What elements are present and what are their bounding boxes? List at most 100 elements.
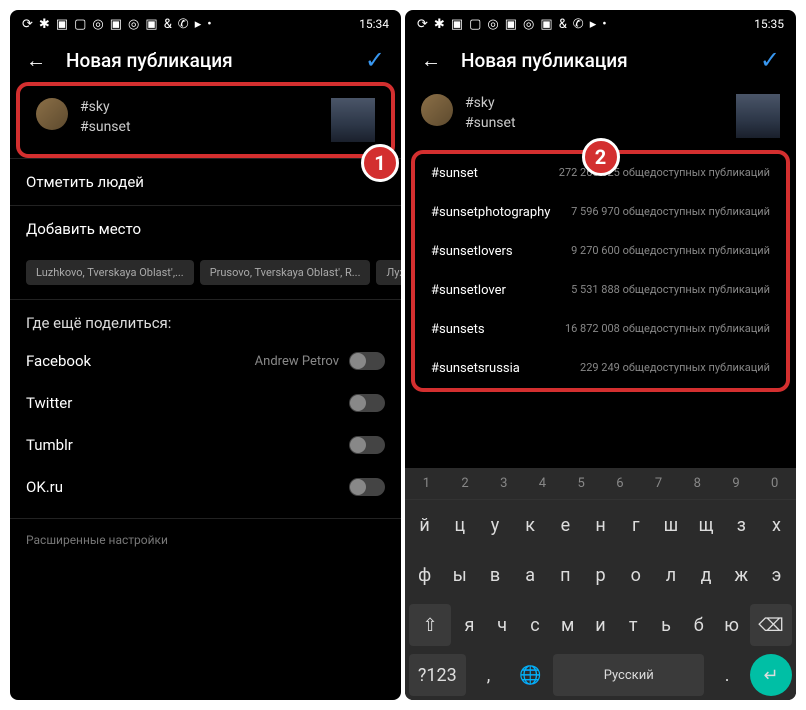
letter-key[interactable]: щ bbox=[691, 504, 722, 546]
step-badge-1: 1 bbox=[361, 144, 399, 182]
letter-key[interactable]: и bbox=[586, 604, 615, 646]
enter-key[interactable]: ↵ bbox=[750, 654, 792, 696]
number-hint: 6 bbox=[611, 476, 630, 491]
hashtag-name: #sunset bbox=[431, 166, 478, 181]
letter-key[interactable]: г bbox=[620, 504, 651, 546]
letter-key[interactable]: р bbox=[585, 554, 616, 596]
letter-key[interactable]: х bbox=[761, 504, 792, 546]
status-time: 15:35 bbox=[754, 17, 784, 31]
toggle[interactable] bbox=[349, 436, 385, 454]
letter-key[interactable]: н bbox=[585, 504, 616, 546]
letter-key[interactable]: й bbox=[409, 504, 440, 546]
letter-key[interactable]: з bbox=[726, 504, 757, 546]
tag-people-row[interactable]: Отметить людей bbox=[10, 158, 401, 205]
numeric-key[interactable]: ?123 bbox=[409, 654, 466, 696]
comma-key[interactable]: , bbox=[470, 654, 508, 696]
avatar bbox=[36, 98, 68, 130]
letter-key[interactable]: ь bbox=[652, 604, 681, 646]
hashtag-suggestion[interactable]: #sunsetlover 5 531 888 общедоступных публ… bbox=[415, 271, 786, 310]
keyboard-row: ?123 , 🌐 Русский . ↵ bbox=[405, 650, 796, 700]
back-arrow-icon[interactable]: ← bbox=[26, 48, 46, 73]
letter-key[interactable]: к bbox=[515, 504, 546, 546]
number-hint: 5 bbox=[572, 476, 591, 491]
hashtag-suggestion[interactable]: #sunsetlovers9 270 600 общедоступных пуб… bbox=[415, 232, 786, 271]
keyboard-number-row: 1234567890 bbox=[405, 468, 796, 500]
share-facebook[interactable]: Facebook Andrew Petrov bbox=[10, 340, 401, 382]
location-chip[interactable]: Лужков bbox=[376, 260, 401, 285]
header: ← Новая публикация ✓ bbox=[10, 38, 401, 82]
period-key[interactable]: . bbox=[708, 654, 746, 696]
letter-key[interactable]: ш bbox=[655, 504, 686, 546]
add-location-row[interactable]: Добавить место bbox=[10, 205, 401, 252]
letter-key[interactable]: т bbox=[619, 604, 648, 646]
keyboard-row: ⇧ ячсмитьбю ⌫ bbox=[405, 600, 796, 650]
caption-input[interactable]: #sky #sunset bbox=[80, 98, 319, 137]
number-hint: 2 bbox=[456, 476, 475, 491]
letter-key[interactable]: ф bbox=[409, 554, 440, 596]
space-key[interactable]: Русский bbox=[553, 654, 704, 696]
hashtag-name: #sunsetlover bbox=[431, 283, 506, 298]
number-hint: 0 bbox=[765, 476, 784, 491]
toggle[interactable] bbox=[349, 478, 385, 496]
caption-line: #sunset bbox=[80, 118, 319, 138]
hashtag-count: 9 270 600 общедоступных публикаций bbox=[571, 244, 770, 259]
keyboard-row: йцукенгшщзх bbox=[405, 500, 796, 550]
letter-key[interactable]: м bbox=[553, 604, 582, 646]
share-tumblr[interactable]: Tumblr bbox=[10, 424, 401, 466]
letter-key[interactable]: б bbox=[684, 604, 713, 646]
location-chips: Luzhkovo, Tverskaya Oblast',... Prusovo,… bbox=[10, 252, 401, 299]
caption-row[interactable]: #sky #sunset bbox=[20, 86, 391, 154]
caption-input[interactable]: #sky #sunset bbox=[465, 94, 724, 133]
caption-line: #sky bbox=[465, 94, 724, 114]
number-hint: 3 bbox=[494, 476, 513, 491]
letter-key[interactable]: ж bbox=[726, 554, 757, 596]
location-chip[interactable]: Luzhkovo, Tverskaya Oblast',... bbox=[26, 260, 194, 285]
location-chip[interactable]: Prusovo, Tverskaya Oblast', R... bbox=[200, 260, 371, 285]
share-also-label: Где ещё поделиться: bbox=[10, 299, 401, 340]
letter-key[interactable]: э bbox=[761, 554, 792, 596]
page-title: Новая публикация bbox=[461, 49, 740, 72]
letter-key[interactable]: е bbox=[550, 504, 581, 546]
letter-key[interactable]: с bbox=[521, 604, 550, 646]
hashtag-name: #sunsets bbox=[431, 322, 485, 337]
letter-key[interactable]: я bbox=[455, 604, 484, 646]
letter-key[interactable]: ц bbox=[444, 504, 475, 546]
toggle[interactable] bbox=[349, 394, 385, 412]
backspace-key[interactable]: ⌫ bbox=[750, 604, 792, 646]
keyboard-row: фывапролджэ bbox=[405, 550, 796, 600]
letter-key[interactable]: в bbox=[479, 554, 510, 596]
letter-key[interactable]: л bbox=[655, 554, 686, 596]
confirm-check-icon[interactable]: ✓ bbox=[365, 46, 385, 74]
back-arrow-icon[interactable]: ← bbox=[421, 48, 441, 73]
status-time: 15:34 bbox=[359, 17, 389, 31]
post-thumbnail[interactable] bbox=[331, 98, 375, 142]
confirm-check-icon[interactable]: ✓ bbox=[760, 46, 780, 74]
hashtag-suggestion[interactable]: #sunsetsrussia229 249 общедоступных публ… bbox=[415, 349, 786, 388]
share-okru[interactable]: OK.ru bbox=[10, 466, 401, 508]
globe-key[interactable]: 🌐 bbox=[511, 654, 549, 696]
page-title: Новая публикация bbox=[66, 49, 345, 72]
status-bar: ⟳✱▣▢◎▣◎▣&✆▸• 15:35 bbox=[405, 10, 796, 38]
phone-right: ⟳✱▣▢◎▣◎▣&✆▸• 15:35 ← Новая публикация ✓ … bbox=[405, 10, 796, 700]
letter-key[interactable]: ч bbox=[488, 604, 517, 646]
advanced-settings[interactable]: Расширенные настройки bbox=[10, 518, 401, 561]
letter-key[interactable]: у bbox=[479, 504, 510, 546]
letter-key[interactable]: п bbox=[550, 554, 581, 596]
letter-key[interactable]: д bbox=[691, 554, 722, 596]
hashtag-suggestion[interactable]: #sunsets 16 872 008 общедоступных публика… bbox=[415, 310, 786, 349]
letter-key[interactable]: ы bbox=[444, 554, 475, 596]
caption-line: #sunset bbox=[465, 114, 724, 134]
step-badge-2: 2 bbox=[582, 138, 620, 176]
hashtag-count: 5 531 888 общедоступных публикаций bbox=[571, 283, 770, 298]
status-icons-left: ⟳✱▣▢◎▣◎▣&✆▸• bbox=[417, 17, 607, 32]
shift-key[interactable]: ⇧ bbox=[409, 604, 451, 646]
letter-key[interactable]: а bbox=[515, 554, 546, 596]
toggle[interactable] bbox=[349, 352, 385, 370]
post-thumbnail[interactable] bbox=[736, 94, 780, 138]
hashtag-count: 16 872 008 общедоступных публикаций bbox=[565, 322, 770, 337]
share-twitter[interactable]: Twitter bbox=[10, 382, 401, 424]
status-bar: ⟳✱▣▢◎▣◎▣&✆▸• 15:34 bbox=[10, 10, 401, 38]
letter-key[interactable]: ю bbox=[717, 604, 746, 646]
letter-key[interactable]: о bbox=[620, 554, 651, 596]
hashtag-suggestion[interactable]: #sunsetphotography7 596 970 общедоступны… bbox=[415, 193, 786, 232]
